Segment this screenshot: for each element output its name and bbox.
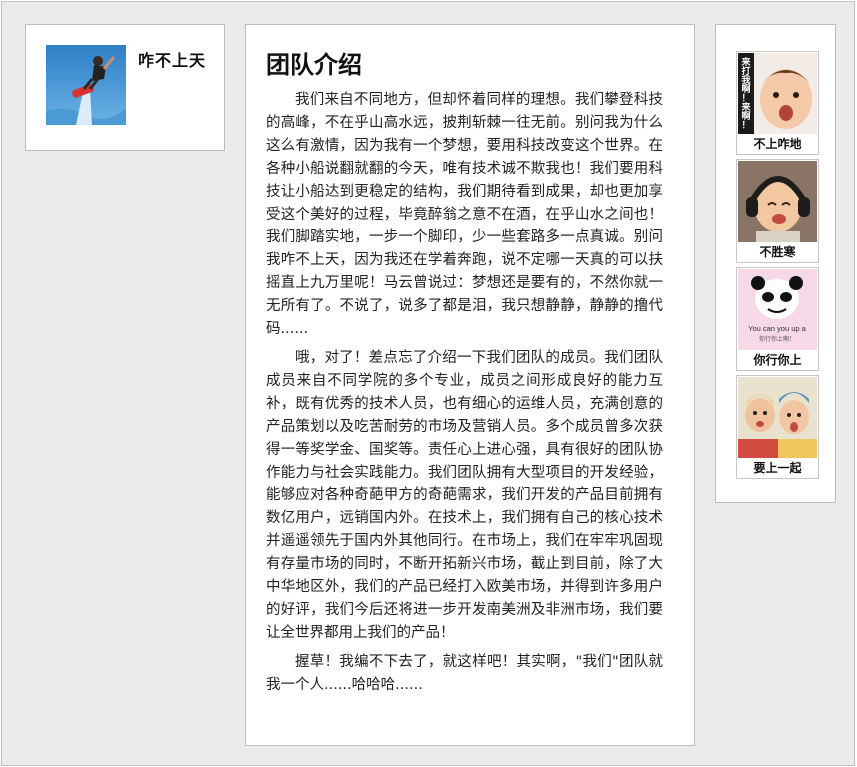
panda-meme-image-icon: You can you up a 你行你上啊！ [738, 269, 817, 350]
intro-body: 我们来自不同地方，但却怀着同样的理想。我们攀登科技的高峰，不在乎山高水远，披荆斩… [266, 89, 663, 703]
profile-name: 咋不上天 [138, 51, 207, 70]
member-item[interactable]: 要上一起 [736, 375, 819, 479]
meme-caption: 来打我啊！来啊！ [740, 56, 751, 131]
baby-meme-image-icon: 来打我啊！来啊！ [738, 53, 817, 134]
baby-headphones-image-icon [738, 161, 817, 242]
intro-title: 团队介绍 [266, 51, 362, 79]
members-card: 来打我啊！来啊！ 不上咋地 不胜寒 You can you up a 你行你上啊… [715, 24, 836, 503]
intro-paragraph: 握草！我编不下去了，就这样吧！其实啊，"我们"团队就我一个人......哈哈哈.… [266, 653, 663, 693]
member-item[interactable]: You can you up a 你行你上啊！ 你行你上 [736, 267, 819, 371]
member-item[interactable]: 来打我啊！来啊！ 不上咋地 [736, 51, 819, 155]
member-label: 要上一起 [753, 461, 802, 475]
member-label: 不上咋地 [753, 137, 802, 151]
page-background: 咋不上天 团队介绍 我们来自不同地方，但却怀着同样的理想。我们攀登科技的高峰，不… [1, 1, 855, 766]
kids-duo-image-icon [738, 377, 817, 458]
flyboard-rider-avatar-icon [46, 45, 126, 125]
intro-paragraph: 哦，对了！差点忘了介绍一下我们团队的成员。我们团队成员来自不同学院的多个专业，成… [266, 349, 663, 641]
intro-paragraph: 我们来自不同地方，但却怀着同样的理想。我们攀登科技的高峰，不在乎山高水远，披荆斩… [266, 92, 663, 338]
profile-card: 咋不上天 [25, 24, 225, 151]
member-label: 你行你上 [753, 353, 802, 367]
meme-caption: You can you up a [748, 324, 807, 333]
meme-subcaption: 你行你上啊！ [759, 335, 795, 343]
member-item[interactable]: 不胜寒 [736, 159, 819, 263]
team-intro-card: 团队介绍 我们来自不同地方，但却怀着同样的理想。我们攀登科技的高峰，不在乎山高水… [245, 24, 695, 746]
member-label: 不胜寒 [759, 245, 796, 259]
